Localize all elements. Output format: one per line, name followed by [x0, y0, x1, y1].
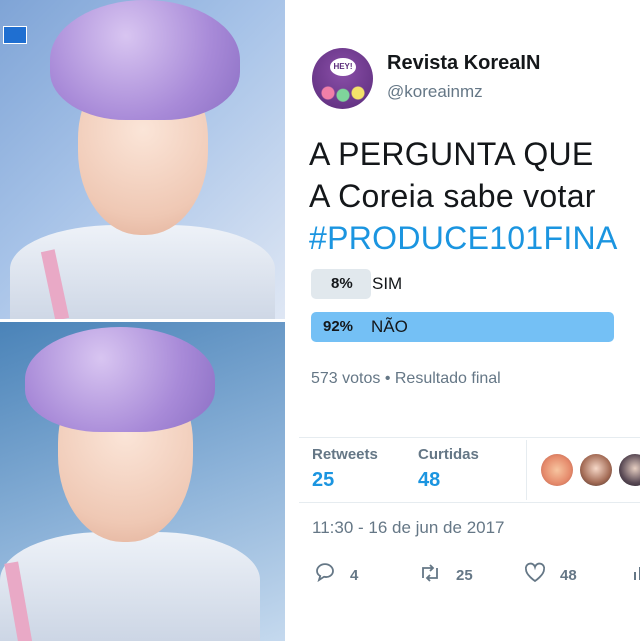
reply-count: 4 [350, 567, 359, 584]
display-name[interactable]: Revista KoreaIN [387, 52, 540, 75]
heart-icon [523, 562, 547, 590]
likes-stat[interactable]: Curtidas 48 [418, 446, 479, 492]
photo-top [0, 0, 285, 319]
liker-avatar[interactable] [619, 454, 640, 486]
shirt [0, 532, 260, 641]
account-handle[interactable]: @koreainmz [387, 82, 483, 102]
reply-icon [314, 562, 336, 590]
broadcast-logo [3, 26, 27, 44]
analytics-button[interactable] [631, 562, 640, 588]
retweet-button[interactable]: 25 [418, 562, 488, 588]
tweet-timestamp[interactable]: 11:30 - 16 de jun de 2017 [312, 518, 505, 538]
hashtag-link[interactable]: #PRODUCE101FINA [309, 220, 618, 257]
tweet-card: HEY! Revista KoreaIN @koreainmz A PERGUN… [287, 0, 640, 641]
retweets-value: 25 [312, 469, 335, 491]
like-button[interactable]: 48 [523, 562, 593, 588]
photo-bottom [0, 322, 285, 641]
poll-percent: 8% [331, 275, 353, 292]
retweet-count: 25 [456, 567, 473, 584]
poll-option-nao: 92% NÃO [311, 312, 640, 342]
hair [25, 327, 215, 432]
stats-separator [526, 440, 527, 500]
liker-avatar[interactable] [580, 454, 612, 486]
tweet-text-line: A PERGUNTA QUE [309, 136, 594, 172]
tweet-text-line: A Coreia sabe votar [309, 178, 596, 214]
poll-option-sim: 8% SIM [311, 269, 640, 299]
retweet-icon [418, 562, 442, 590]
poll-percent: 92% [323, 318, 354, 335]
analytics-icon [631, 562, 640, 590]
account-avatar[interactable]: HEY! [312, 48, 373, 109]
divider [299, 437, 640, 438]
reply-button[interactable]: 4 [314, 562, 374, 588]
avatar-speech-bubble: HEY! [330, 58, 356, 76]
poll-summary: 573 votos • Resultado final [311, 370, 501, 387]
likes-label: Curtidas [418, 446, 479, 463]
poll-option-label: SIM [372, 274, 403, 293]
retweets-stat[interactable]: Retweets 25 [312, 446, 378, 492]
liker-avatar[interactable] [541, 454, 573, 486]
avatar-flowers [318, 82, 368, 104]
likes-value: 48 [418, 469, 441, 491]
poll-option-label: NÃO [371, 317, 408, 336]
like-count: 48 [560, 567, 577, 584]
photo-collage [0, 0, 285, 641]
divider [299, 502, 640, 503]
hair [50, 0, 240, 120]
poll-bar [311, 312, 614, 342]
retweets-label: Retweets [312, 446, 378, 463]
